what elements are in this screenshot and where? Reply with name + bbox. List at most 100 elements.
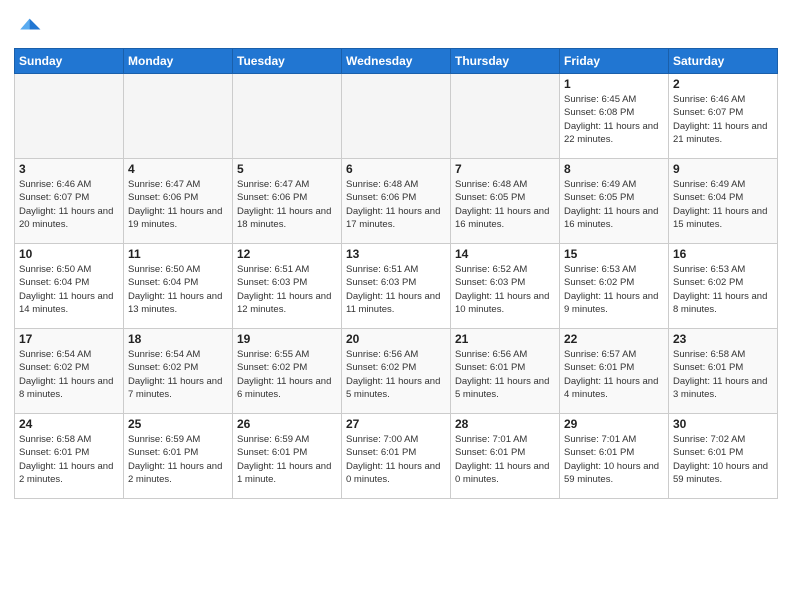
day-number: 16 [673, 247, 773, 261]
day-cell: 29 Sunrise: 7:01 AMSunset: 6:01 PMDayligh… [560, 414, 669, 499]
day-info: Sunrise: 6:45 AMSunset: 6:08 PMDaylight:… [564, 93, 664, 146]
day-number: 4 [128, 162, 228, 176]
week-row-5: 24 Sunrise: 6:58 AMSunset: 6:01 PMDayligh… [15, 414, 778, 499]
day-cell: 11 Sunrise: 6:50 AMSunset: 6:04 PMDayligh… [124, 244, 233, 329]
day-info: Sunrise: 6:47 AMSunset: 6:06 PMDaylight:… [237, 178, 337, 231]
day-number: 22 [564, 332, 664, 346]
day-cell: 12 Sunrise: 6:51 AMSunset: 6:03 PMDayligh… [233, 244, 342, 329]
day-number: 29 [564, 417, 664, 431]
day-info: Sunrise: 6:58 AMSunset: 6:01 PMDaylight:… [673, 348, 773, 401]
day-cell [233, 74, 342, 159]
day-info: Sunrise: 6:49 AMSunset: 6:04 PMDaylight:… [673, 178, 773, 231]
day-info: Sunrise: 6:52 AMSunset: 6:03 PMDaylight:… [455, 263, 555, 316]
day-cell: 25 Sunrise: 6:59 AMSunset: 6:01 PMDayligh… [124, 414, 233, 499]
day-cell: 27 Sunrise: 7:00 AMSunset: 6:01 PMDayligh… [342, 414, 451, 499]
header [14, 10, 778, 42]
day-number: 1 [564, 77, 664, 91]
day-info: Sunrise: 7:01 AMSunset: 6:01 PMDaylight:… [564, 433, 664, 486]
day-info: Sunrise: 6:46 AMSunset: 6:07 PMDaylight:… [673, 93, 773, 146]
day-cell: 18 Sunrise: 6:54 AMSunset: 6:02 PMDayligh… [124, 329, 233, 414]
day-info: Sunrise: 6:54 AMSunset: 6:02 PMDaylight:… [128, 348, 228, 401]
day-number: 6 [346, 162, 446, 176]
day-info: Sunrise: 6:59 AMSunset: 6:01 PMDaylight:… [128, 433, 228, 486]
day-cell: 16 Sunrise: 6:53 AMSunset: 6:02 PMDayligh… [669, 244, 778, 329]
day-number: 25 [128, 417, 228, 431]
day-cell [15, 74, 124, 159]
day-info: Sunrise: 7:02 AMSunset: 6:01 PMDaylight:… [673, 433, 773, 486]
day-cell [342, 74, 451, 159]
day-info: Sunrise: 6:53 AMSunset: 6:02 PMDaylight:… [673, 263, 773, 316]
day-number: 10 [19, 247, 119, 261]
day-number: 2 [673, 77, 773, 91]
day-number: 12 [237, 247, 337, 261]
day-number: 7 [455, 162, 555, 176]
day-number: 3 [19, 162, 119, 176]
day-number: 20 [346, 332, 446, 346]
day-cell: 7 Sunrise: 6:48 AMSunset: 6:05 PMDaylight… [451, 159, 560, 244]
day-cell: 8 Sunrise: 6:49 AMSunset: 6:05 PMDaylight… [560, 159, 669, 244]
day-info: Sunrise: 6:57 AMSunset: 6:01 PMDaylight:… [564, 348, 664, 401]
day-info: Sunrise: 6:53 AMSunset: 6:02 PMDaylight:… [564, 263, 664, 316]
day-info: Sunrise: 6:47 AMSunset: 6:06 PMDaylight:… [128, 178, 228, 231]
day-number: 8 [564, 162, 664, 176]
day-info: Sunrise: 6:59 AMSunset: 6:01 PMDaylight:… [237, 433, 337, 486]
day-cell [451, 74, 560, 159]
day-info: Sunrise: 6:54 AMSunset: 6:02 PMDaylight:… [19, 348, 119, 401]
day-number: 13 [346, 247, 446, 261]
day-number: 15 [564, 247, 664, 261]
day-info: Sunrise: 6:58 AMSunset: 6:01 PMDaylight:… [19, 433, 119, 486]
week-row-3: 10 Sunrise: 6:50 AMSunset: 6:04 PMDayligh… [15, 244, 778, 329]
day-info: Sunrise: 6:51 AMSunset: 6:03 PMDaylight:… [346, 263, 446, 316]
day-info: Sunrise: 6:49 AMSunset: 6:05 PMDaylight:… [564, 178, 664, 231]
logo-icon [14, 14, 42, 42]
weekday-monday: Monday [124, 49, 233, 74]
day-cell: 30 Sunrise: 7:02 AMSunset: 6:01 PMDayligh… [669, 414, 778, 499]
day-cell: 17Sunrise: 6:54 AMSunset: 6:02 PMDayligh… [15, 329, 124, 414]
weekday-tuesday: Tuesday [233, 49, 342, 74]
calendar: SundayMondayTuesdayWednesdayThursdayFrid… [14, 48, 778, 499]
weekday-wednesday: Wednesday [342, 49, 451, 74]
day-cell: 1 Sunrise: 6:45 AMSunset: 6:08 PMDaylight… [560, 74, 669, 159]
day-info: Sunrise: 6:56 AMSunset: 6:01 PMDaylight:… [455, 348, 555, 401]
day-info: Sunrise: 6:50 AMSunset: 6:04 PMDaylight:… [128, 263, 228, 316]
weekday-sunday: Sunday [15, 49, 124, 74]
day-cell: 19 Sunrise: 6:55 AMSunset: 6:02 PMDayligh… [233, 329, 342, 414]
day-number: 9 [673, 162, 773, 176]
day-info: Sunrise: 7:00 AMSunset: 6:01 PMDaylight:… [346, 433, 446, 486]
day-cell: 6Sunrise: 6:48 AMSunset: 6:06 PMDaylight… [342, 159, 451, 244]
day-cell: 21 Sunrise: 6:56 AMSunset: 6:01 PMDayligh… [451, 329, 560, 414]
week-row-2: 3 Sunrise: 6:46 AMSunset: 6:07 PMDaylight… [15, 159, 778, 244]
day-cell: 2 Sunrise: 6:46 AMSunset: 6:07 PMDaylight… [669, 74, 778, 159]
day-cell: 4 Sunrise: 6:47 AMSunset: 6:06 PMDaylight… [124, 159, 233, 244]
weekday-header-row: SundayMondayTuesdayWednesdayThursdayFrid… [15, 49, 778, 74]
day-info: Sunrise: 6:50 AMSunset: 6:04 PMDaylight:… [19, 263, 119, 316]
day-number: 5 [237, 162, 337, 176]
day-info: Sunrise: 6:48 AMSunset: 6:05 PMDaylight:… [455, 178, 555, 231]
day-cell: 20Sunrise: 6:56 AMSunset: 6:02 PMDayligh… [342, 329, 451, 414]
day-cell: 13 Sunrise: 6:51 AMSunset: 6:03 PMDayligh… [342, 244, 451, 329]
day-number: 14 [455, 247, 555, 261]
day-number: 11 [128, 247, 228, 261]
day-number: 23 [673, 332, 773, 346]
day-number: 21 [455, 332, 555, 346]
week-row-4: 17Sunrise: 6:54 AMSunset: 6:02 PMDayligh… [15, 329, 778, 414]
day-info: Sunrise: 6:46 AMSunset: 6:07 PMDaylight:… [19, 178, 119, 231]
day-info: Sunrise: 7:01 AMSunset: 6:01 PMDaylight:… [455, 433, 555, 486]
day-cell: 14 Sunrise: 6:52 AMSunset: 6:03 PMDayligh… [451, 244, 560, 329]
day-cell: 28 Sunrise: 7:01 AMSunset: 6:01 PMDayligh… [451, 414, 560, 499]
page: SundayMondayTuesdayWednesdayThursdayFrid… [0, 0, 792, 509]
day-info: Sunrise: 6:55 AMSunset: 6:02 PMDaylight:… [237, 348, 337, 401]
day-cell [124, 74, 233, 159]
day-number: 24 [19, 417, 119, 431]
weekday-friday: Friday [560, 49, 669, 74]
day-info: Sunrise: 6:51 AMSunset: 6:03 PMDaylight:… [237, 263, 337, 316]
day-number: 18 [128, 332, 228, 346]
day-number: 27 [346, 417, 446, 431]
day-number: 30 [673, 417, 773, 431]
day-cell: 15 Sunrise: 6:53 AMSunset: 6:02 PMDayligh… [560, 244, 669, 329]
logo [14, 14, 46, 42]
day-number: 19 [237, 332, 337, 346]
day-number: 28 [455, 417, 555, 431]
day-cell: 23 Sunrise: 6:58 AMSunset: 6:01 PMDayligh… [669, 329, 778, 414]
weekday-thursday: Thursday [451, 49, 560, 74]
